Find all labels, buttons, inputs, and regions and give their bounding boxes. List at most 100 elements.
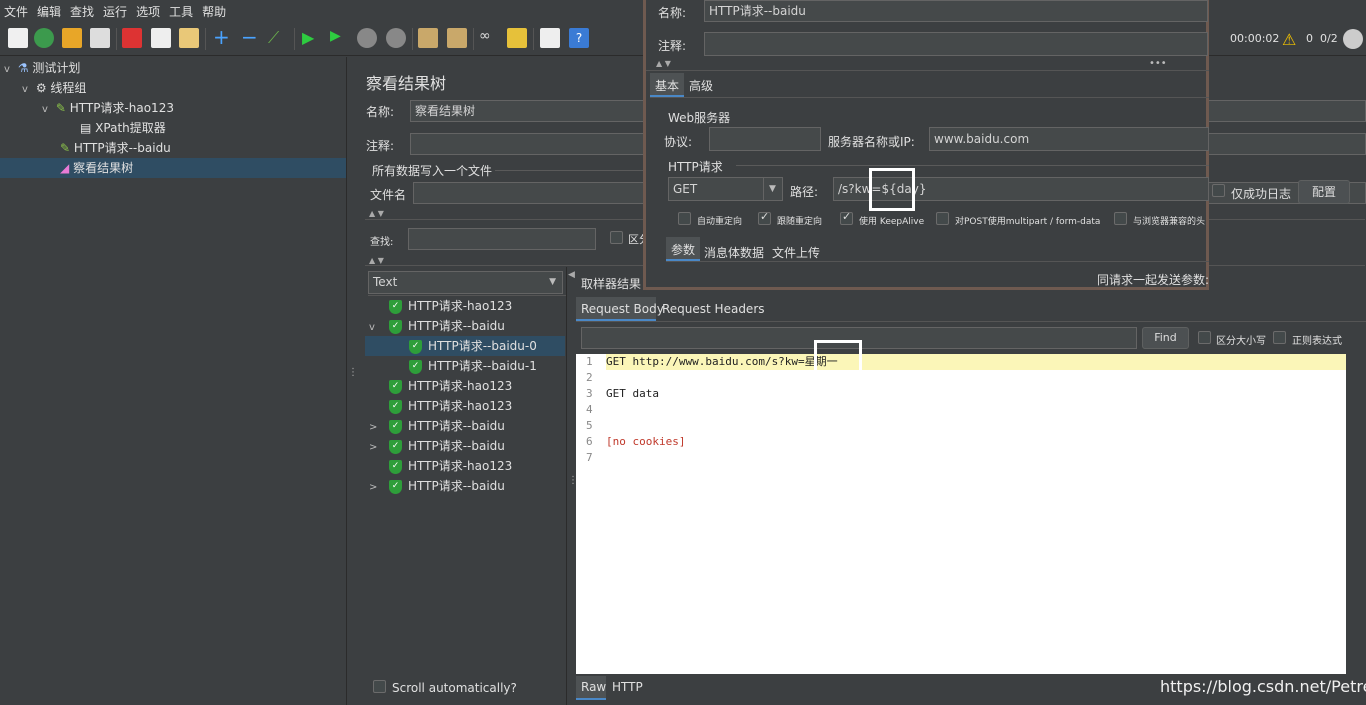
tree-item-http-hao123[interactable]: v ✎ HTTP请求-hao123 xyxy=(0,98,346,118)
tab-parameters[interactable]: 参数 xyxy=(666,237,700,261)
divider xyxy=(495,170,645,171)
dialog-name-input[interactable]: HTTP请求--baidu xyxy=(704,0,1208,22)
option-checkbox-2[interactable] xyxy=(840,210,853,225)
tab-http[interactable]: HTTP xyxy=(612,680,643,694)
result-item[interactable]: > ✓ HTTP请求--baidu xyxy=(365,476,565,496)
menu-help[interactable]: 帮助 xyxy=(202,3,226,20)
save-icon[interactable] xyxy=(90,28,110,48)
tree-item-xpath-extractor[interactable]: ▤ XPath提取器 xyxy=(0,118,346,138)
clear-all-icon[interactable] xyxy=(447,28,467,48)
find-button[interactable]: Find xyxy=(1142,327,1189,349)
shield-check-icon: ✓ xyxy=(389,479,402,494)
regex-checkbox[interactable] xyxy=(1273,331,1286,344)
code-area[interactable]: GET http://www.baidu.com/s?kw=星期一 GET da… xyxy=(606,354,1346,674)
templates-icon[interactable] xyxy=(34,28,54,48)
collapse-arrows[interactable]: ▲ ▼ xyxy=(369,256,384,265)
option-label: 与浏览器兼容的头 xyxy=(1133,217,1206,227)
stop-icon[interactable] xyxy=(357,28,377,48)
tab-advanced[interactable]: 高级 xyxy=(689,77,713,94)
menu-file[interactable]: 文件 xyxy=(4,3,28,20)
start-no-pause-icon[interactable]: ▶ xyxy=(330,28,350,48)
collapse-arrow[interactable]: ◀ xyxy=(568,270,575,280)
result-item[interactable]: v ✓ HTTP请求--baidu xyxy=(365,316,565,336)
shield-check-icon: ✓ xyxy=(389,399,402,414)
start-icon[interactable]: ▶ xyxy=(302,28,322,48)
case-sensitive-checkbox[interactable] xyxy=(1198,331,1211,344)
menu-edit[interactable]: 编辑 xyxy=(37,3,61,20)
option-checkbox-1[interactable] xyxy=(758,210,771,225)
result-item[interactable]: ✓ HTTP请求--baidu-1 xyxy=(365,356,565,376)
menu-run[interactable]: 运行 xyxy=(103,3,127,20)
configure-button[interactable]: 配置 xyxy=(1298,180,1350,204)
result-item[interactable]: > ✓ HTTP请求--baidu xyxy=(365,436,565,456)
option-label: 跟随重定向 xyxy=(777,217,823,227)
tree-item-test-plan[interactable]: v ⚗ 测试计划 xyxy=(0,58,346,78)
toggle-icon[interactable]: ⟋ xyxy=(268,28,288,48)
option-checkbox-0[interactable] xyxy=(678,212,691,225)
result-item[interactable]: ✓ HTTP请求-hao123 xyxy=(365,456,565,476)
dialog-comment-input[interactable] xyxy=(704,32,1208,56)
tab-body-data[interactable]: 消息体数据 xyxy=(704,244,764,261)
sampler-pen-icon: ✎ xyxy=(55,101,66,115)
shutdown-icon[interactable] xyxy=(386,28,406,48)
cut-icon[interactable] xyxy=(122,28,142,48)
remote-icon[interactable] xyxy=(1343,29,1363,49)
warning-icon[interactable]: ⚠ xyxy=(1282,30,1296,49)
request-body-editor[interactable]: 1 2 3 4 5 6 7 GET http://www.baidu.com/s… xyxy=(576,354,1346,674)
menu-options[interactable]: 选项 xyxy=(136,3,160,20)
result-item[interactable]: ✓ HTTP请求-hao123 xyxy=(365,396,565,416)
vertical-splitter[interactable]: ⋮ xyxy=(346,57,358,705)
chevron-down-icon: ▼ xyxy=(549,277,556,287)
renderer-select[interactable]: Text ▼ xyxy=(368,271,563,294)
case-checkbox[interactable] xyxy=(610,231,623,244)
search-icon[interactable]: ∞ xyxy=(479,28,499,48)
comment-input-tail[interactable] xyxy=(1208,133,1366,155)
protocol-input[interactable] xyxy=(709,127,821,151)
server-input[interactable]: www.baidu.com xyxy=(929,127,1209,151)
option-checkbox-4[interactable] xyxy=(1114,212,1127,225)
help-icon[interactable]: ? xyxy=(569,28,589,48)
tab-basic[interactable]: 基本 xyxy=(650,73,684,97)
expand-icon[interactable]: + xyxy=(213,27,233,48)
shield-check-icon: ✓ xyxy=(409,339,422,354)
paste-icon[interactable] xyxy=(179,28,199,48)
tab-raw[interactable]: Raw xyxy=(576,676,606,700)
clear-icon[interactable] xyxy=(418,28,438,48)
new-icon[interactable] xyxy=(8,28,28,48)
http-request-title: HTTP请求 xyxy=(668,160,723,174)
method-select[interactable]: GET ▼ xyxy=(668,177,783,201)
name-input-tail[interactable] xyxy=(1208,100,1366,122)
regex-label: 正则表达式 xyxy=(1292,336,1342,347)
tab-request-body[interactable]: Request Body xyxy=(576,297,664,321)
result-item[interactable]: ✓ HTTP请求-hao123 xyxy=(365,296,565,316)
collapse-arrows[interactable]: ▲ ▼ xyxy=(656,59,671,68)
code-line: GET http://www.baidu.com/s?kw=星期一 xyxy=(606,354,1346,370)
tab-request-headers[interactable]: Request Headers xyxy=(662,302,765,316)
menu-search[interactable]: 查找 xyxy=(70,3,94,20)
open-icon[interactable] xyxy=(62,28,82,48)
search-input[interactable] xyxy=(408,228,596,250)
shield-check-icon: ✓ xyxy=(389,319,402,334)
sampler-result-tab[interactable]: 取样器结果 xyxy=(581,275,641,292)
tree-item-view-results[interactable]: ◢ 察看结果树 xyxy=(0,158,346,178)
success-log-checkbox[interactable] xyxy=(1212,184,1225,197)
test-plan-tree: v ⚗ 测试计划 v ⚙ 线程组 v ✎ HTTP请求-hao123 ▤ XPa… xyxy=(0,57,346,705)
copy-icon[interactable] xyxy=(151,28,171,48)
tab-file-upload[interactable]: 文件上传 xyxy=(772,244,820,261)
result-item-selected[interactable]: ✓ HTTP请求--baidu-0 xyxy=(365,336,565,356)
filename-input[interactable] xyxy=(413,182,653,204)
collapse-icon[interactable]: − xyxy=(241,27,261,48)
scroll-auto-checkbox[interactable] xyxy=(373,680,386,693)
menu-tools[interactable]: 工具 xyxy=(169,3,193,20)
more-icon[interactable]: ••• xyxy=(1149,58,1167,69)
reset-search-icon[interactable] xyxy=(507,28,527,48)
function-helper-icon[interactable] xyxy=(540,28,560,48)
result-item[interactable]: ✓ HTTP请求-hao123 xyxy=(365,376,565,396)
tree-item-http-baidu[interactable]: ✎ HTTP请求--baidu xyxy=(0,138,346,158)
option-checkbox-3[interactable] xyxy=(936,212,949,225)
tree-item-thread-group[interactable]: v ⚙ 线程组 xyxy=(0,78,346,98)
result-item[interactable]: > ✓ HTTP请求--baidu xyxy=(365,416,565,436)
collapse-arrows[interactable]: ▲ ▼ xyxy=(369,209,384,218)
